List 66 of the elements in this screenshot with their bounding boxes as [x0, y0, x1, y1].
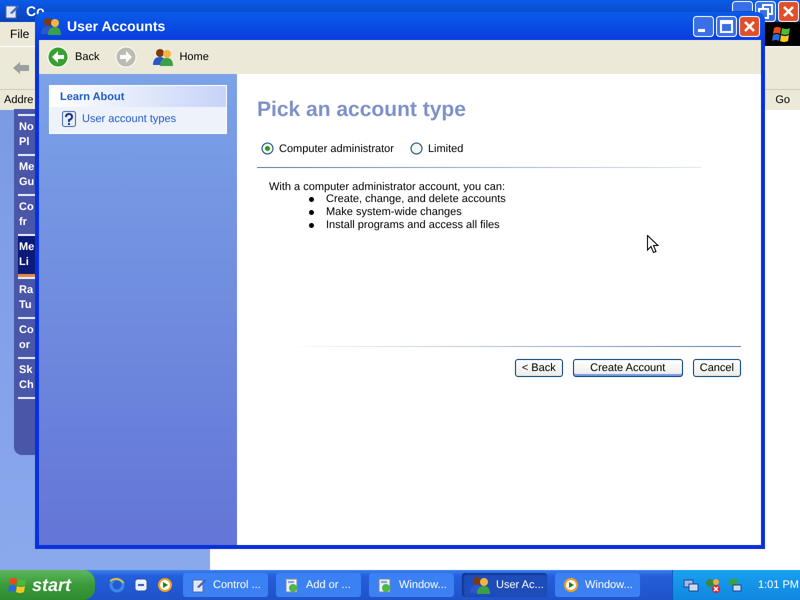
windows-logo-icon	[772, 25, 792, 43]
page-heading: Pick an account type	[257, 98, 467, 122]
close-button[interactable]	[778, 1, 799, 22]
panel-item-text: Tu	[19, 298, 33, 313]
connection-icon	[727, 577, 743, 593]
list-item: Create, change, and delete accounts	[326, 193, 506, 206]
taskbar-button[interactable]: Window...	[555, 573, 640, 597]
panel-item-text: Gu	[19, 175, 35, 190]
clock: 1:01 PM	[758, 579, 799, 591]
go-button[interactable]: Go	[775, 94, 790, 106]
bullet-icon	[309, 210, 314, 215]
taskbar-button[interactable]: Window...	[369, 573, 454, 597]
menu-item[interactable]: File	[10, 27, 30, 41]
panel-item-text: Me	[19, 160, 35, 175]
windows-logo-icon	[8, 576, 28, 594]
media-player-icon	[563, 577, 579, 593]
help-icon	[62, 111, 76, 127]
list-item: Make system-wide changes	[326, 206, 462, 219]
dialog-button[interactable]: Cancel	[692, 359, 741, 377]
control-panel-icon	[191, 577, 207, 593]
maximize-button[interactable]	[716, 16, 737, 36]
bullet-icon	[309, 197, 314, 202]
minimize-button[interactable]	[732, 1, 753, 11]
dialog-button[interactable]: < Back	[514, 359, 563, 377]
control-panel-icon	[4, 3, 20, 19]
panel-heading: Learn About	[50, 86, 226, 107]
panel-item-text: No	[19, 120, 35, 135]
bullet-icon	[309, 223, 314, 228]
panel-item-text: Me	[19, 240, 35, 255]
close-button[interactable]	[739, 16, 760, 36]
window-title: User Accounts	[67, 18, 166, 34]
media-player-icon[interactable]	[157, 577, 173, 593]
installer-icon	[377, 577, 393, 593]
panel-item-text: Ch	[19, 378, 35, 393]
panel-item-text: Li	[19, 255, 30, 270]
list-item: Install programs and access all files	[326, 219, 500, 232]
taskbar-button[interactable]: Control ...	[183, 573, 268, 597]
start-button[interactable]: start	[0, 570, 95, 600]
panel-item-text: Co	[19, 323, 35, 338]
radio-label[interactable]: Computer administrator	[279, 142, 394, 154]
panel-item-text: Co	[19, 200, 35, 215]
minimize-button[interactable]	[693, 16, 714, 36]
users-icon	[470, 576, 490, 594]
panel-item-text: Ra	[19, 283, 34, 298]
security-alert-icon	[704, 577, 722, 593]
back-button[interactable]: Back	[43, 44, 104, 70]
panel-item-text: Sk	[19, 363, 34, 378]
home-button[interactable]: Home	[149, 46, 213, 68]
taskbar-button[interactable]: User Ac...	[462, 573, 547, 597]
mouse-cursor-icon	[647, 235, 659, 254]
panel-item-text: Pl	[19, 135, 30, 150]
home-icon	[153, 48, 174, 66]
panel-item-text: or	[19, 338, 31, 353]
radio-button[interactable]	[261, 142, 274, 155]
taskbar-button[interactable]: Add or ...	[276, 573, 361, 597]
users-icon	[41, 17, 61, 35]
panel-item[interactable]: Me Li	[18, 234, 35, 277]
panel-item-text: fr	[19, 215, 28, 230]
installer-icon	[284, 577, 300, 593]
browser-icon[interactable]	[109, 577, 125, 593]
radio-button[interactable]	[410, 142, 423, 155]
address-label: Addre	[4, 94, 34, 106]
network-icon	[683, 577, 699, 593]
description-text: With a computer administrator account, you can:	[269, 181, 506, 193]
dialog-button[interactable]: Create Account	[572, 359, 683, 377]
radio-label[interactable]: Limited	[428, 142, 464, 154]
